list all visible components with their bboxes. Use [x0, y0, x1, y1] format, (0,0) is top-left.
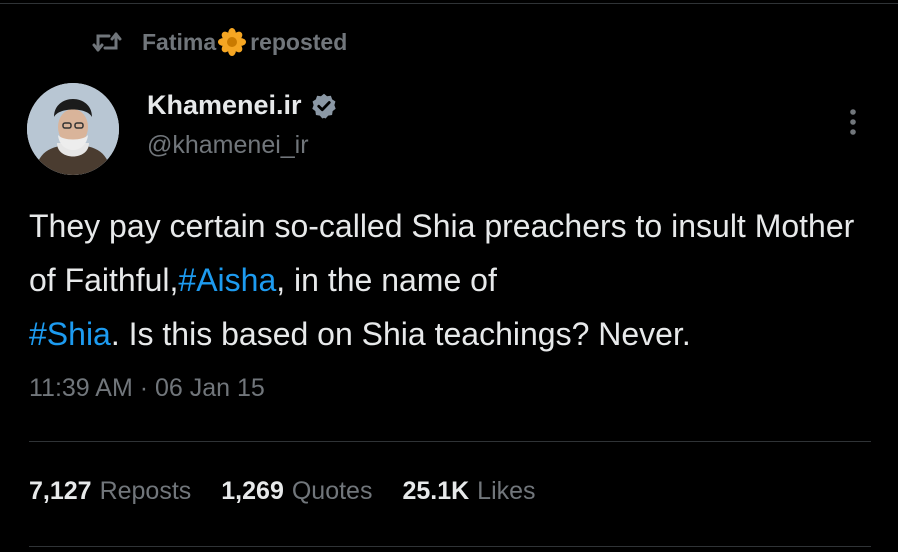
author-name[interactable]: Khamenei.ir [147, 90, 338, 121]
flower-icon [218, 28, 247, 56]
author-display-name[interactable]: Khamenei.ir [147, 90, 302, 121]
meta-separator: · [139, 374, 149, 402]
verified-badge-icon [310, 92, 338, 120]
hashtag-link[interactable]: #Aisha [178, 262, 276, 298]
repost-context[interactable]: Fatima reposted [92, 28, 347, 56]
likes-stat[interactable]: 25.1K Likes [402, 477, 535, 506]
tweet-date[interactable]: 06 Jan 15 [155, 374, 265, 402]
repost-action-label: reposted [250, 28, 348, 55]
likes-label: Likes [477, 477, 536, 505]
likes-count: 25.1K [402, 477, 470, 505]
hashtag-link[interactable]: #Shia [29, 316, 111, 352]
bottom-divider [29, 546, 871, 547]
reposts-label: Reposts [99, 477, 192, 505]
divider [29, 441, 871, 442]
tweet-text: They pay certain so-called Shia preacher… [29, 199, 879, 361]
tweet-timestamp[interactable]: 11:39 AM · 06 Jan 15 [29, 374, 265, 403]
repost-icon [92, 29, 122, 55]
reposts-stat[interactable]: 7,127 Reposts [29, 477, 191, 506]
author-handle[interactable]: @khamenei_ir [147, 131, 309, 160]
tweet-time[interactable]: 11:39 AM [29, 374, 133, 402]
repost-username[interactable]: Fatima [142, 29, 216, 56]
more-options-icon[interactable] [838, 106, 868, 138]
reposts-count: 7,127 [29, 477, 92, 505]
quotes-stat[interactable]: 1,269 Quotes [221, 477, 372, 506]
tweet-text-segment: . Is this based on Shia teachings? Never… [110, 316, 691, 352]
top-divider [0, 3, 898, 4]
engagement-stats: 7,127 Reposts 1,269 Quotes 25.1K Likes [29, 477, 566, 506]
avatar[interactable] [27, 83, 119, 175]
tweet-text-segment: , in the name of [276, 262, 497, 298]
quotes-label: Quotes [291, 477, 373, 505]
quotes-count: 1,269 [221, 477, 284, 505]
